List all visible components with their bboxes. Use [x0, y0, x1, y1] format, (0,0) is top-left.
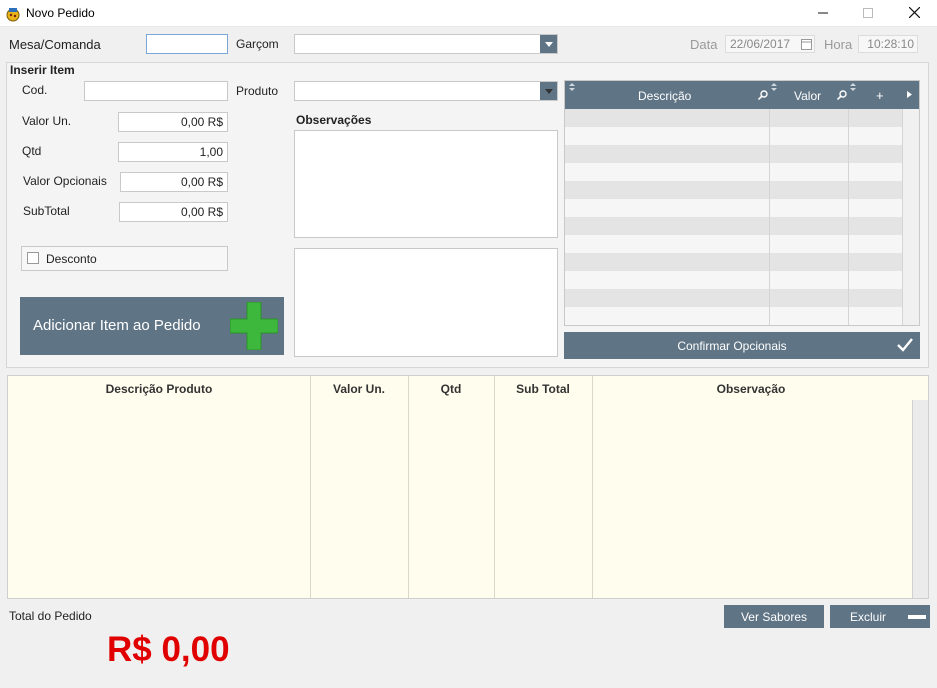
confirm-opcionais-button[interactable]: Confirmar Opcionais [564, 332, 920, 359]
ver-sabores-button[interactable]: Ver Sabores [724, 605, 824, 628]
opcionais-row[interactable] [565, 307, 902, 325]
order-col-observacao[interactable]: Observação [592, 382, 910, 396]
confirm-opcionais-label: Confirmar Opcionais [677, 339, 787, 353]
chevron-down-icon[interactable] [540, 82, 557, 100]
desconto-label: Desconto [46, 252, 97, 266]
chevron-right-icon[interactable] [907, 91, 912, 98]
opcionais-row[interactable] [565, 127, 902, 145]
order-items-grid[interactable]: Descrição Produto Valor Un. Qtd Sub Tota… [7, 375, 929, 599]
opcionais-scrollbar[interactable] [902, 109, 919, 325]
qtd-label: Qtd [22, 144, 42, 158]
valor-opcionais-input[interactable]: 0,00 R$ [120, 172, 228, 192]
subtotal-label: SubTotal [23, 204, 70, 218]
search-icon[interactable] [837, 90, 847, 100]
insert-item-title: Inserir Item [10, 63, 75, 77]
order-col-subtotal[interactable]: Sub Total [494, 382, 592, 396]
maximize-icon [863, 8, 873, 18]
cod-input[interactable] [84, 81, 228, 101]
close-icon [908, 6, 920, 19]
window-title: Novo Pedido [26, 6, 95, 20]
title-bar: Novo Pedido [0, 0, 937, 27]
data-label: Data [690, 37, 718, 52]
chevron-down-icon[interactable] [540, 35, 557, 53]
opcionais-col-add[interactable]: + [876, 88, 884, 103]
opcionais-row[interactable] [565, 235, 902, 253]
order-col-qtd[interactable]: Qtd [408, 382, 494, 396]
observacoes-textarea[interactable] [294, 130, 558, 238]
total-value: R$ 0,00 [107, 630, 230, 669]
hora-field[interactable]: 10:28:10 [858, 35, 918, 53]
add-item-button[interactable]: Adicionar Item ao Pedido [20, 297, 284, 355]
column-divider [310, 376, 311, 598]
opcionais-col-valor[interactable]: Valor [794, 89, 821, 103]
order-col-descricao[interactable]: Descrição Produto [8, 382, 310, 396]
app-icon [6, 8, 20, 22]
opcionais-header: Descrição Valor + [565, 81, 919, 109]
opcionais-grid[interactable]: Descrição Valor + [564, 80, 920, 326]
excluir-button[interactable]: Excluir [830, 605, 930, 628]
hora-label: Hora [824, 37, 853, 52]
sort-icon[interactable] [771, 83, 777, 91]
opcionais-col-descricao[interactable]: Descrição [638, 89, 691, 103]
sort-icon[interactable] [850, 83, 856, 91]
opcionais-row[interactable] [565, 145, 902, 163]
opcionais-row[interactable] [565, 271, 902, 289]
desconto-checkbox[interactable]: Desconto [21, 246, 228, 271]
order-col-valor-un[interactable]: Valor Un. [310, 382, 408, 396]
order-scrollbar[interactable] [912, 400, 928, 598]
valor-un-input[interactable]: 0,00 R$ [118, 112, 228, 132]
data-value: 22/06/2017 [730, 37, 791, 51]
plus-icon [230, 302, 278, 350]
valor-opcionais-label: Valor Opcionais [23, 174, 107, 188]
checkbox-icon[interactable] [27, 252, 39, 264]
close-button[interactable] [891, 0, 937, 27]
subtotal-input[interactable]: 0,00 R$ [119, 202, 228, 222]
valor-un-label: Valor Un. [22, 114, 72, 128]
calendar-icon[interactable] [801, 38, 812, 50]
opcionais-row[interactable] [565, 253, 902, 271]
produto-label: Produto [236, 84, 279, 98]
maximize-button[interactable] [845, 0, 891, 27]
opcionais-row[interactable] [565, 289, 902, 307]
excluir-label: Excluir [850, 610, 887, 624]
qtd-input[interactable]: 1,00 [118, 142, 228, 162]
add-item-label: Adicionar Item ao Pedido [33, 317, 201, 334]
garcom-select[interactable] [294, 34, 558, 54]
opcionais-row[interactable] [565, 163, 902, 181]
opcionais-row[interactable] [565, 217, 902, 235]
total-label: Total do Pedido [9, 609, 92, 623]
column-divider [408, 376, 409, 598]
minimize-icon [818, 12, 828, 14]
minimize-button[interactable] [800, 0, 846, 27]
search-icon[interactable] [758, 90, 768, 100]
opcionais-row[interactable] [565, 181, 902, 199]
data-field[interactable]: 22/06/2017 [725, 35, 815, 53]
sort-icon[interactable] [569, 83, 575, 91]
opcionais-row[interactable] [565, 109, 902, 127]
produto-select[interactable] [294, 81, 558, 101]
column-divider [592, 376, 593, 598]
observacoes-label: Observações [296, 113, 372, 127]
ver-sabores-label: Ver Sabores [740, 610, 808, 624]
column-divider [494, 376, 495, 598]
cod-label: Cod. [22, 83, 48, 97]
minus-icon [908, 615, 926, 619]
garcom-label: Garçom [236, 37, 279, 51]
observacoes-extra-textarea[interactable] [294, 248, 558, 357]
column-divider [769, 109, 770, 325]
mesa-input[interactable] [146, 34, 228, 54]
mesa-label: Mesa/Comanda [9, 37, 101, 52]
column-divider [848, 109, 849, 325]
check-icon [897, 338, 913, 352]
opcionais-row[interactable] [565, 199, 902, 217]
